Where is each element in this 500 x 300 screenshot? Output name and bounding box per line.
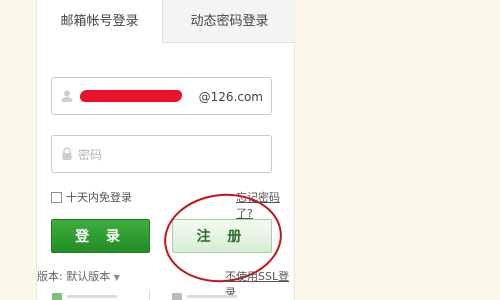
version-label: 版本: 默认版本 [37,270,111,283]
login-panel: 邮箱帐号登录 动态密码登录 @126.com 密码 十天内免登录 忘记密码了? … [36,0,296,300]
tab-dynamic-password-login[interactable]: 动态密码登录 [162,0,296,43]
tab-email-login[interactable]: 邮箱帐号登录 [37,0,162,43]
redacted-username-mark [79,90,183,102]
email-domain-suffix: @126.com [198,90,263,104]
remember-checkbox[interactable] [51,191,62,203]
remember-label: 十天内免登录 [66,191,132,204]
password-field[interactable]: 密码 [51,135,272,173]
password-placeholder: 密码 [78,148,103,162]
remember-me[interactable]: 十天内免登录 [51,189,132,205]
login-button[interactable]: 登 录 [51,219,150,253]
lock-icon [62,147,72,160]
version-selector[interactable]: 版本: 默认版本 ▼ [37,268,120,284]
user-icon [61,90,73,102]
chevron-down-icon: ▼ [113,273,120,282]
username-field[interactable]: @126.com [51,77,272,115]
bottom-icons-row [52,290,237,300]
